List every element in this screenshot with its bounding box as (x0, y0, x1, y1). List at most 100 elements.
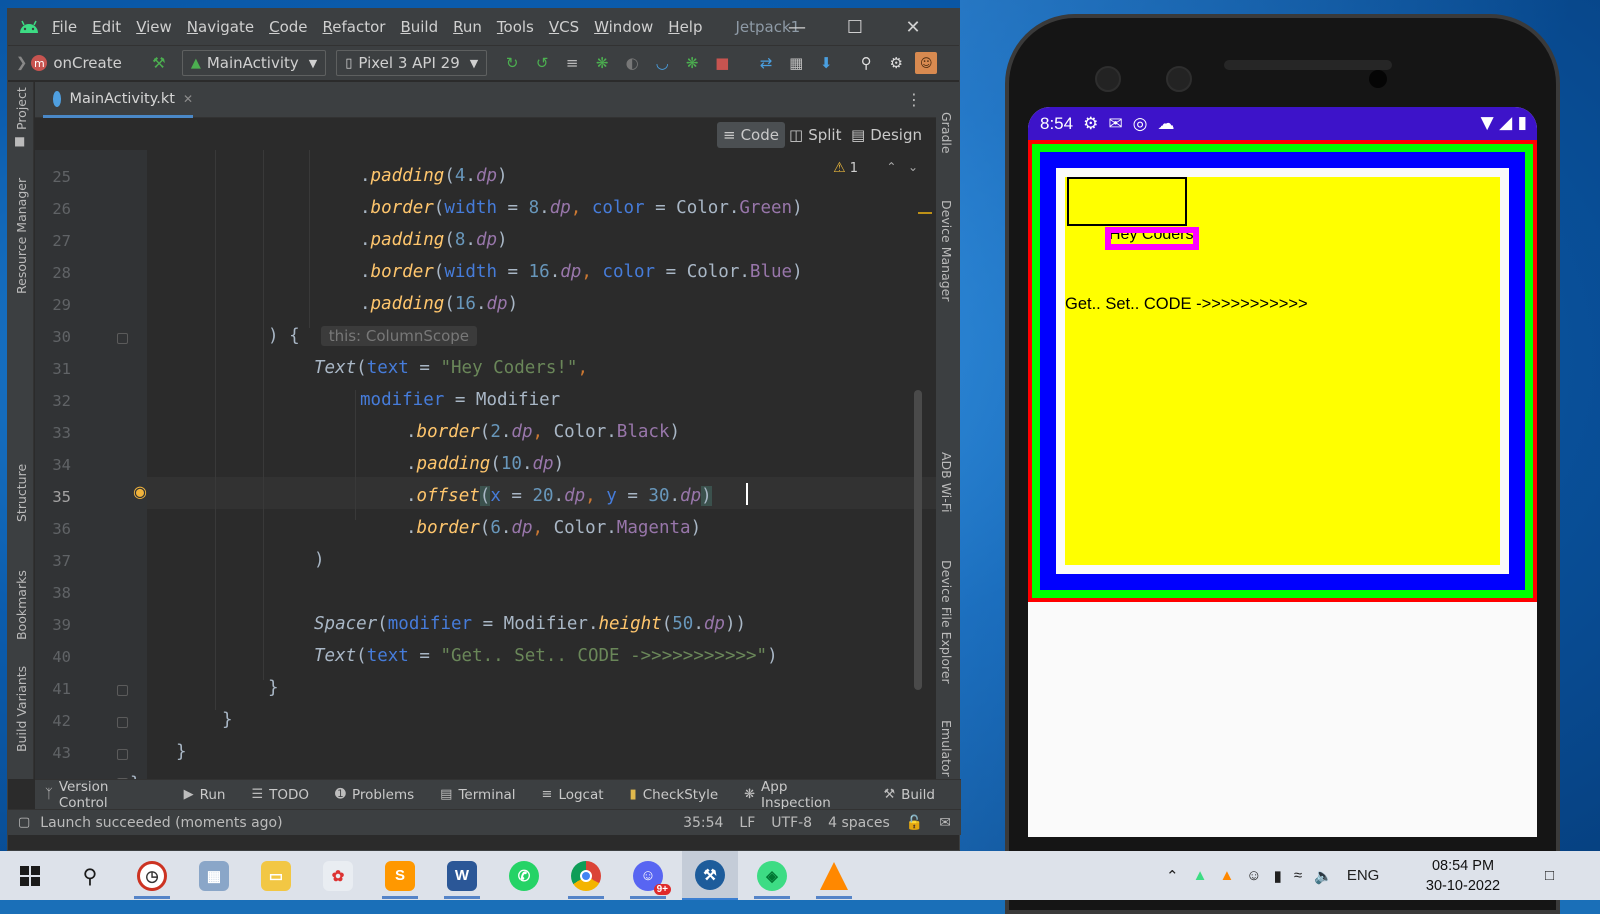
start-button[interactable] (2, 851, 58, 900)
attach-debugger-icon[interactable]: ❋ (681, 52, 703, 74)
tool-checkstyle[interactable]: ▮ CheckStyle (630, 787, 719, 803)
volume-icon[interactable]: 🔈 (1314, 867, 1333, 885)
maximize-button[interactable]: ☐ (826, 9, 884, 45)
tool-terminal[interactable]: ▤ Terminal (440, 787, 515, 803)
tool-emulator[interactable]: Emulator (939, 720, 954, 777)
fold-marker-icon[interactable] (117, 333, 128, 344)
taskbar-app-file-explorer[interactable]: ▭ (248, 851, 304, 900)
wifi-icon[interactable]: ≈ (1294, 867, 1302, 884)
tool-logcat[interactable]: ≡ Logcat (542, 787, 604, 803)
tool-gradle[interactable]: Gradle (939, 112, 954, 154)
tool-device-file-explorer[interactable]: Device File Explorer (939, 560, 954, 684)
menu-edit[interactable]: Edit (92, 18, 121, 36)
profile-icon[interactable]: ◐ (621, 52, 643, 74)
fold-marker-icon[interactable] (117, 749, 128, 760)
tool-build-variants[interactable]: Build Variants (14, 666, 29, 752)
menu-build[interactable]: Build (400, 18, 438, 36)
view-design-button[interactable]: ▤ Design (845, 122, 928, 148)
editor-scrollbar[interactable] (914, 390, 922, 690)
line-separator[interactable]: LF (739, 815, 755, 831)
taskbar-app-chrome[interactable] (558, 851, 614, 900)
search-button[interactable]: ⚲ (62, 851, 118, 900)
view-code-button[interactable]: ≡ Code (717, 122, 785, 148)
device-manager-icon[interactable]: ▦ (785, 52, 807, 74)
hammer-icon[interactable]: ⚒ (148, 52, 170, 74)
tool-structure[interactable]: Structure (14, 464, 29, 522)
performance-icon[interactable]: ◡ (651, 52, 673, 74)
discord-tray-icon[interactable]: ☺ (1246, 867, 1261, 884)
menu-refactor[interactable]: Refactor (323, 18, 386, 36)
battery-icon[interactable]: ▮ (1274, 867, 1282, 885)
fold-marker-icon[interactable] (117, 685, 128, 696)
language-indicator[interactable]: ENG (1347, 867, 1380, 884)
chevron-up-icon[interactable]: ⌃ (1166, 867, 1179, 885)
tool-resource-manager[interactable]: Resource Manager (14, 178, 29, 294)
inspection-nav[interactable]: ⌃ ⌄ (886, 160, 918, 174)
menu-vcs[interactable]: VCS (549, 18, 579, 36)
tool-todo[interactable]: ☰ TODO (251, 787, 309, 803)
menu-run[interactable]: Run (453, 18, 482, 36)
taskbar-app-clock[interactable]: ◷ (124, 851, 180, 900)
breadcrumb-method[interactable]: onCreate (53, 54, 122, 72)
menu-tools[interactable]: Tools (497, 18, 534, 36)
menu-window[interactable]: Window (594, 18, 653, 36)
run-config-select[interactable]: ▲ MainActivity ▼ (181, 50, 327, 76)
taskbar-app-vlc[interactable] (806, 851, 862, 900)
apply-changes-icon[interactable]: ↺ (531, 52, 553, 74)
tool-app-inspection[interactable]: ❋ App Inspection (744, 779, 857, 811)
notification-center-button[interactable]: □ (1545, 851, 1554, 900)
chevron-up-icon[interactable]: ⌃ (886, 160, 896, 174)
menu-file[interactable]: File (52, 18, 77, 36)
lightbulb-icon[interactable]: ◉ (133, 482, 147, 501)
indent-setting[interactable]: 4 spaces (828, 815, 890, 831)
taskbar-app-word[interactable]: W (434, 851, 490, 900)
tool-build[interactable]: ⚒ Build (883, 787, 935, 803)
close-tab-icon[interactable]: ✕ (183, 92, 193, 106)
more-options-icon[interactable]: ⋮ (906, 90, 922, 109)
taskbar-app-emulator[interactable]: ◈ (744, 851, 800, 900)
tool-run[interactable]: ▶ Run (184, 787, 226, 803)
avatar[interactable]: ☺ (915, 52, 938, 74)
emulator-screen[interactable]: 8:54 ⚙ ✉ ◎ ☁ ▼ ◢ ▮ Hey Coders! Get.. Set… (1028, 107, 1537, 837)
gear-icon[interactable]: ⚙ (885, 52, 907, 74)
close-window-button[interactable]: ✕ (884, 9, 942, 45)
tool-adb-wifi[interactable]: ADB Wi-Fi (939, 452, 954, 513)
menu-view[interactable]: View (136, 18, 172, 36)
stop-icon[interactable]: ■ (711, 52, 733, 74)
taskbar-app-paint[interactable]: ✿ (310, 851, 366, 900)
tab-mainactivity[interactable]: MainActivity.kt ✕ (43, 82, 193, 118)
lock-icon[interactable]: 🔓 (906, 815, 923, 831)
rerun-icon[interactable]: ↻ (501, 52, 523, 74)
taskbar-app-sublime[interactable]: S (372, 851, 428, 900)
tool-project[interactable]: Project (14, 87, 29, 130)
debug-icon[interactable]: ❋ (591, 52, 613, 74)
minimize-button[interactable]: — (768, 9, 826, 45)
device-select[interactable]: ▯ Pixel 3 API 29 ▼ (336, 50, 488, 76)
view-split-button[interactable]: ◫ Split (783, 122, 847, 148)
notifications-icon[interactable]: ✉ (939, 815, 951, 831)
inspection-widget[interactable]: ⚠ 1 (833, 160, 858, 176)
file-encoding[interactable]: UTF-8 (771, 815, 812, 831)
code-editor[interactable]: 25 26 27 28 29 30 31 32 33 34 35 36 37 3… (35, 150, 936, 779)
tool-device-manager[interactable]: Device Manager (939, 200, 954, 302)
chevron-down-icon[interactable]: ⌄ (908, 160, 918, 174)
sdk-manager-icon[interactable]: ⬇ (815, 52, 837, 74)
menu-navigate[interactable]: Navigate (187, 18, 254, 36)
fold-marker-icon[interactable] (117, 717, 128, 728)
apply-code-changes-icon[interactable]: ≡ (561, 52, 583, 74)
menu-code[interactable]: Code (269, 18, 307, 36)
cursor-position[interactable]: 35:54 (683, 815, 723, 831)
taskbar-clock[interactable]: 08:54 PM 30-10-2022 (1418, 856, 1508, 896)
taskbar-app-explorer-window[interactable]: ▦ (186, 851, 242, 900)
tool-bookmarks[interactable]: Bookmarks (14, 570, 29, 640)
tool-version-control[interactable]: ᛉ Version Control (45, 779, 158, 811)
taskbar-app-discord[interactable]: ☺ 9+ (620, 851, 676, 900)
search-icon[interactable]: ⚲ (855, 52, 877, 74)
toggle-panel-icon[interactable]: ▢ (18, 815, 30, 830)
status-message[interactable]: Launch succeeded (moments ago) (40, 815, 282, 831)
android-tray-icon[interactable]: ▲ (1193, 867, 1208, 884)
taskbar-app-whatsapp[interactable]: ✆ (496, 851, 552, 900)
menu-help[interactable]: Help (668, 18, 702, 36)
warning-marker[interactable] (918, 212, 932, 214)
vlc-tray-icon[interactable]: ▲ (1219, 867, 1234, 884)
